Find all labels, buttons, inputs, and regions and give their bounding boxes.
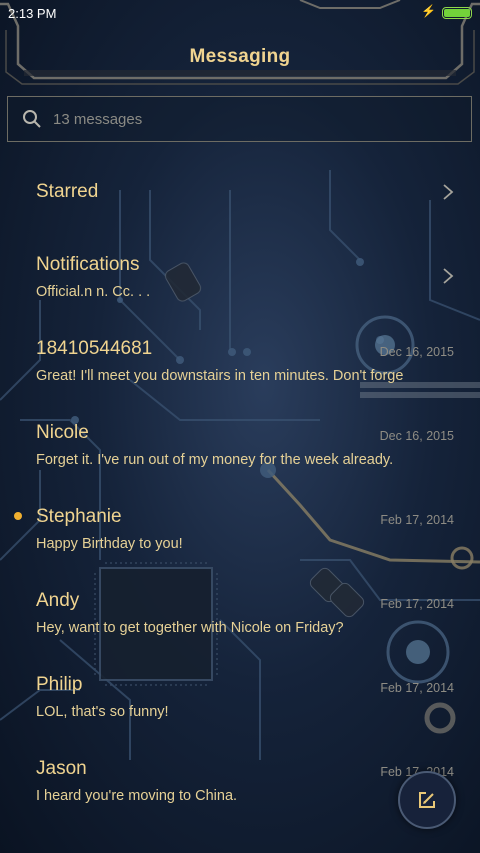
conversation-name: Andy xyxy=(36,590,80,611)
list-item-conversation[interactable]: 18410544681 Dec 16, 2015 Great! I'll mee… xyxy=(0,318,480,402)
list-item-conversation[interactable]: Stephanie Feb 17, 2014 Happy Birthday to… xyxy=(0,486,480,570)
chevron-right-icon xyxy=(443,268,454,284)
conversation-date: Dec 16, 2015 xyxy=(379,429,454,443)
conversation-preview: LOL, that's so funny! xyxy=(36,704,169,720)
list-item-starred[interactable]: Starred xyxy=(0,150,480,234)
list-item-notifications[interactable]: Notifications Official.n n. Cc. . . xyxy=(0,234,480,318)
conversation-name: Starred xyxy=(36,181,99,202)
chevron-right-icon xyxy=(443,184,454,200)
list-item-conversation[interactable]: Nicole Dec 16, 2015 Forget it. I've run … xyxy=(0,402,480,486)
conversation-date: Feb 17, 2014 xyxy=(380,597,454,611)
conversation-name: Stephanie xyxy=(36,506,122,527)
conversation-preview: Hey, want to get together with Nicole on… xyxy=(36,620,344,636)
search-input[interactable]: 13 messages xyxy=(7,96,472,142)
list-item-conversation[interactable]: Andy Feb 17, 2014 Hey, want to get toget… xyxy=(0,570,480,654)
conversation-name: Nicole xyxy=(36,422,89,443)
compose-button[interactable] xyxy=(398,771,456,829)
search-icon xyxy=(23,110,41,128)
message-count: 13 messages xyxy=(53,111,143,128)
conversation-name: Philip xyxy=(36,674,83,695)
conversation-date: Dec 16, 2015 xyxy=(379,345,454,359)
status-time: 2:13 PM xyxy=(8,6,57,21)
conversation-name: Jason xyxy=(36,758,87,779)
conversation-preview: I heard you're moving to China. xyxy=(36,788,238,804)
conversation-date: Feb 17, 2014 xyxy=(380,681,454,695)
unread-indicator xyxy=(14,512,22,520)
page-title: Messaging xyxy=(189,46,291,67)
conversation-preview: Happy Birthday to you! xyxy=(36,536,183,552)
conversation-date: Feb 17, 2014 xyxy=(380,513,454,527)
status-bar: 2:13 PM ⚡ xyxy=(0,0,480,26)
conversation-preview: Forget it. I've run out of my money for … xyxy=(36,452,394,468)
battery-icon xyxy=(442,7,472,19)
conversation-name: 18410544681 xyxy=(36,338,153,359)
conversation-preview: Official.n n. Cc. . . xyxy=(36,284,151,300)
list-item-conversation[interactable]: Philip Feb 17, 2014 LOL, that's so funny… xyxy=(0,654,480,738)
compose-icon xyxy=(419,792,435,808)
conversation-name: Notifications xyxy=(36,254,140,275)
conversation-preview: Great! I'll meet you downstairs in ten m… xyxy=(36,368,404,384)
battery-fill xyxy=(444,9,470,17)
bolt-icon: ⚡ xyxy=(421,4,436,18)
